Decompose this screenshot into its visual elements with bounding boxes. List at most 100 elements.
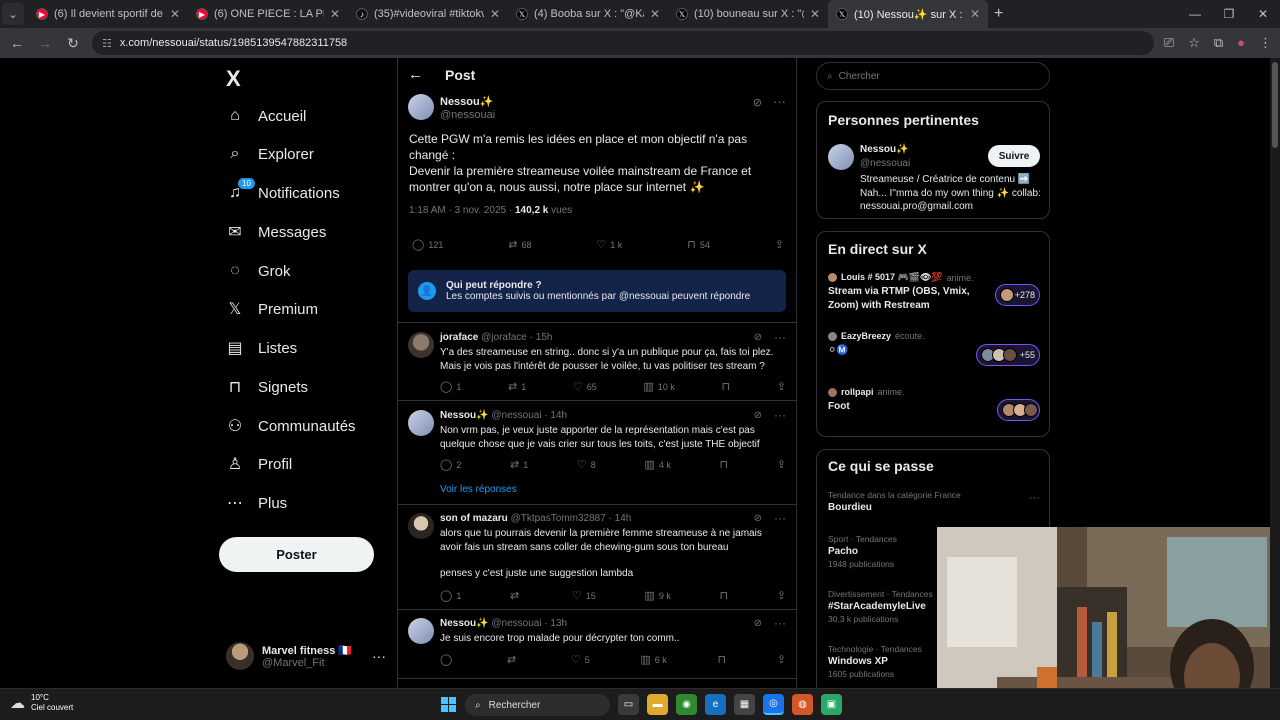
- repost-button[interactable]: ⇄: [507, 653, 520, 666]
- bookmark-button[interactable]: ⊓: [720, 458, 729, 471]
- live-item[interactable]: Louis # 5017 🎮🎬👁💯 anime. Stream via RTMP …: [828, 272, 1040, 311]
- grok-explain-icon[interactable]: ⊘: [754, 618, 762, 629]
- views-button[interactable]: ▥ 4 k: [644, 458, 670, 471]
- nav-item-explorer[interactable]: ⌕ Explorer: [226, 139, 314, 169]
- author-handle[interactable]: @TktpasTomm32887 · 14h: [511, 513, 632, 524]
- bookmark-button[interactable]: ⊓: [717, 653, 726, 666]
- browser-tab[interactable]: 𝕏 (4) Booba sur X : "@KaarisOffic… ✕: [508, 0, 668, 28]
- browser-tab[interactable]: 𝕏 (10) Nessou✨ sur X : "Cette P… ✕: [828, 0, 988, 28]
- grok-explain-icon[interactable]: ⊘: [754, 513, 762, 524]
- author-name[interactable]: joraface: [440, 332, 478, 343]
- repost-button[interactable]: ⇄ 1: [510, 458, 528, 471]
- person-handle[interactable]: @nessouai: [860, 158, 910, 169]
- reply-button[interactable]: ◯ 1: [440, 589, 461, 602]
- avatar[interactable]: [408, 94, 434, 120]
- avatar[interactable]: [828, 144, 854, 170]
- url-field[interactable]: ☷ x.com/nessouai/status/1985139547882311…: [92, 31, 1154, 55]
- share-button[interactable]: ⇪: [777, 653, 786, 666]
- nav-item-communautés[interactable]: ⚇ Communautés: [226, 411, 356, 441]
- more-icon[interactable]: ···: [372, 648, 386, 664]
- like-button[interactable]: ♡ 8: [577, 458, 596, 471]
- views-button[interactable]: ▥ 6 k: [640, 653, 666, 666]
- repost-button[interactable]: ⇄: [510, 589, 523, 602]
- share-button[interactable]: ⇪: [777, 458, 786, 471]
- browser-menu-icon[interactable]: ⋮: [1259, 35, 1272, 51]
- author-handle[interactable]: @nessouai · 14h: [491, 410, 567, 421]
- more-icon[interactable]: ···: [774, 616, 786, 630]
- weather-widget[interactable]: ☁ 10°C Ciel couvert: [10, 693, 73, 713]
- account-switcher[interactable]: Marvel fitness 🇫🇷 @Marvel_Fit ···: [226, 642, 386, 670]
- repost-button[interactable]: ⇄ 68: [508, 238, 531, 251]
- install-app-icon[interactable]: ⎚: [1164, 35, 1174, 51]
- close-tab-icon[interactable]: ✕: [170, 7, 180, 21]
- bookmark-star-icon[interactable]: ☆: [1188, 35, 1200, 51]
- like-button[interactable]: ♡ 15: [572, 589, 596, 602]
- task-view-icon[interactable]: ▭: [618, 694, 639, 715]
- share-button[interactable]: ⇪: [777, 380, 786, 393]
- avatar[interactable]: [408, 618, 434, 644]
- close-tab-icon[interactable]: ✕: [490, 7, 500, 21]
- close-tab-icon[interactable]: ✕: [970, 7, 980, 21]
- chrome-icon[interactable]: ◎: [763, 694, 784, 715]
- bookmark-button[interactable]: ⊓: [722, 380, 731, 393]
- extensions-icon[interactable]: ⧉: [1214, 35, 1223, 51]
- file-explorer-icon[interactable]: ▬: [647, 694, 668, 715]
- nav-item-grok[interactable]: ◌ Grok: [226, 256, 290, 286]
- more-icon[interactable]: ···: [1029, 492, 1040, 504]
- follow-button[interactable]: Suivre: [988, 145, 1040, 167]
- nav-item-messages[interactable]: ✉ Messages: [226, 217, 326, 247]
- author-handle[interactable]: @nessouai: [440, 109, 495, 121]
- more-icon[interactable]: ···: [774, 330, 786, 344]
- nav-item-premium[interactable]: 𝕏 Premium: [226, 294, 318, 324]
- like-button[interactable]: ♡ 65: [573, 380, 597, 393]
- search-input[interactable]: ⌕ Chercher: [816, 62, 1050, 90]
- close-tab-icon[interactable]: ✕: [330, 7, 340, 21]
- minimize-icon[interactable]: —: [1178, 0, 1212, 28]
- more-icon[interactable]: ···: [774, 408, 786, 422]
- author-name[interactable]: son of mazaru: [440, 513, 508, 524]
- views-button[interactable]: ▥ 9 k: [644, 589, 670, 602]
- nav-item-listes[interactable]: ▤ Listes: [226, 333, 297, 363]
- reply-button[interactable]: ◯ 121: [412, 238, 443, 251]
- nav-item-signets[interactable]: ⊓ Signets: [226, 372, 308, 402]
- restore-icon[interactable]: ❐: [1212, 0, 1246, 28]
- app-icon[interactable]: ▣: [821, 694, 842, 715]
- like-button[interactable]: ♡ 1 k: [596, 238, 622, 251]
- reload-icon[interactable]: ↻: [64, 35, 82, 52]
- close-tab-icon[interactable]: ✕: [810, 7, 820, 21]
- site-info-icon[interactable]: ☷: [102, 37, 112, 50]
- scrollbar-thumb[interactable]: [1272, 62, 1278, 148]
- nav-item-accueil[interactable]: ⌂ Accueil: [226, 101, 306, 131]
- person-name[interactable]: Nessou✨: [860, 144, 909, 155]
- page-scrollbar[interactable]: [1270, 58, 1280, 688]
- avatar[interactable]: [408, 513, 434, 539]
- browser-tab[interactable]: ▶ (6) ONE PIECE : LA PRISON D'E… ✕: [188, 0, 348, 28]
- tab-search-dropdown[interactable]: ⌄: [2, 3, 24, 25]
- reply-button[interactable]: ◯: [440, 653, 456, 666]
- firefox-icon[interactable]: ◍: [792, 694, 813, 715]
- author-name[interactable]: Nessou✨: [440, 410, 489, 421]
- avatar[interactable]: [408, 332, 434, 358]
- x-logo[interactable]: X: [226, 66, 241, 92]
- more-icon[interactable]: ···: [773, 94, 786, 109]
- share-button[interactable]: ⇪: [775, 238, 784, 251]
- show-replies-link[interactable]: Voir les réponses: [440, 484, 517, 495]
- close-tab-icon[interactable]: ✕: [650, 7, 660, 21]
- trend-item[interactable]: Tendance dans la catégorie France Bourdi…: [828, 490, 1040, 513]
- new-tab-button[interactable]: +: [994, 5, 1003, 23]
- nav-item-profil[interactable]: ♙ Profil: [226, 449, 292, 479]
- more-icon[interactable]: ···: [774, 511, 786, 525]
- profile-icon[interactable]: ●: [1237, 35, 1245, 51]
- nav-item-notifications[interactable]: ♫ 10 Notifications: [226, 178, 340, 208]
- share-button[interactable]: ⇪: [777, 589, 786, 602]
- live-item[interactable]: EazyBreezy écoute. ⚪Ⓜ️ +55: [828, 331, 1040, 366]
- views-button[interactable]: ▥ 10 k: [643, 380, 674, 393]
- reply-button[interactable]: ◯ 1: [440, 380, 461, 393]
- reply-button[interactable]: ◯ 2: [440, 458, 461, 471]
- author-handle[interactable]: @nessouai · 13h: [491, 618, 567, 629]
- start-button[interactable]: [441, 697, 456, 712]
- avatar[interactable]: [408, 410, 434, 436]
- back-arrow-icon[interactable]: ←: [408, 66, 423, 83]
- nav-item-plus[interactable]: ⋯ Plus: [226, 488, 287, 518]
- like-button[interactable]: ♡ 5: [571, 653, 590, 666]
